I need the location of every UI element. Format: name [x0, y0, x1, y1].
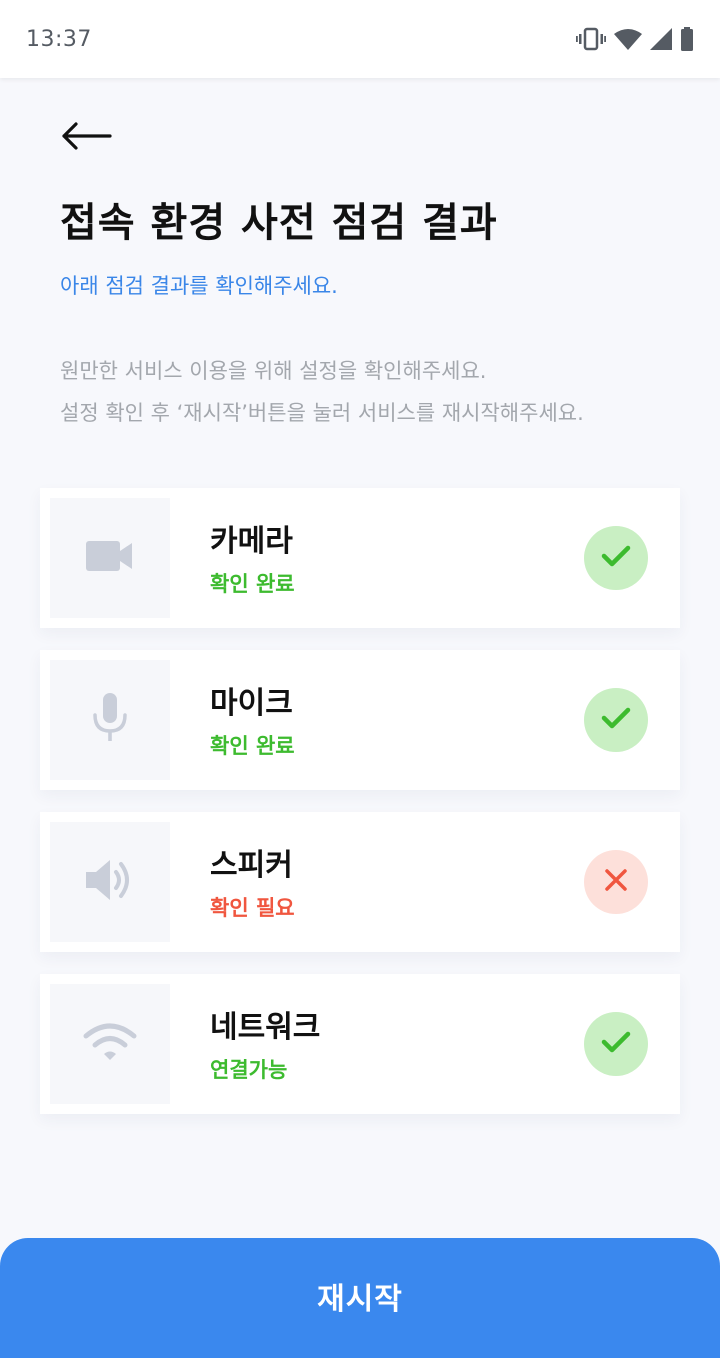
check-status: 확인 완료 [210, 734, 295, 758]
battery-icon [680, 27, 694, 51]
wifi-icon [614, 28, 642, 50]
check-name: 네트워크 [210, 1010, 321, 1045]
close-icon [604, 868, 628, 896]
status-time: 13:37 [26, 26, 92, 52]
status-badge [584, 850, 648, 914]
restart-button-label: 재시작 [317, 1282, 403, 1317]
camera-icon [86, 539, 134, 577]
description-line-1: 원만한 서비스 이용을 위해 설정을 확인해주세요. [60, 359, 487, 383]
page-subtitle: 아래 점검 결과를 확인해주세요. [60, 274, 338, 298]
check-card-speaker[interactable]: 스피커 확인 필요 [40, 812, 680, 952]
status-icons [576, 27, 694, 51]
camera-thumb [50, 498, 170, 618]
vibrate-icon [576, 27, 606, 51]
microphone-icon [90, 693, 130, 747]
check-card-microphone[interactable]: 마이크 확인 완료 [40, 650, 680, 790]
check-name: 스피커 [210, 848, 293, 883]
back-button[interactable] [58, 112, 118, 164]
cell-signal-icon [650, 28, 672, 50]
status-badge [584, 688, 648, 752]
status-badge [584, 1012, 648, 1076]
restart-button[interactable]: 재시작 [0, 1238, 720, 1358]
arrow-left-icon [58, 120, 114, 156]
microphone-thumb [50, 660, 170, 780]
check-status: 확인 필요 [210, 896, 295, 920]
check-card-camera[interactable]: 카메라 확인 완료 [40, 488, 680, 628]
speaker-icon [86, 858, 134, 906]
status-badge [584, 526, 648, 590]
network-thumb [50, 984, 170, 1104]
check-name: 마이크 [210, 686, 293, 721]
check-status: 확인 완료 [210, 572, 295, 596]
check-icon [601, 1030, 631, 1058]
description: 원만한 서비스 이용을 위해 설정을 확인해주세요. 설정 확인 후 ‘재시작’… [60, 350, 584, 434]
check-icon [601, 544, 631, 572]
check-card-network[interactable]: 네트워크 연결가능 [40, 974, 680, 1114]
description-line-2: 설정 확인 후 ‘재시작’버튼을 눌러 서비스를 재시작해주세요. [60, 401, 584, 425]
speaker-thumb [50, 822, 170, 942]
wifi-icon [82, 1022, 138, 1066]
status-bar: 13:37 [0, 0, 720, 78]
check-icon [601, 706, 631, 734]
page-title: 접속 환경 사전 점검 결과 [60, 200, 498, 246]
check-status: 연결가능 [210, 1058, 288, 1082]
check-name: 카메라 [210, 524, 293, 559]
